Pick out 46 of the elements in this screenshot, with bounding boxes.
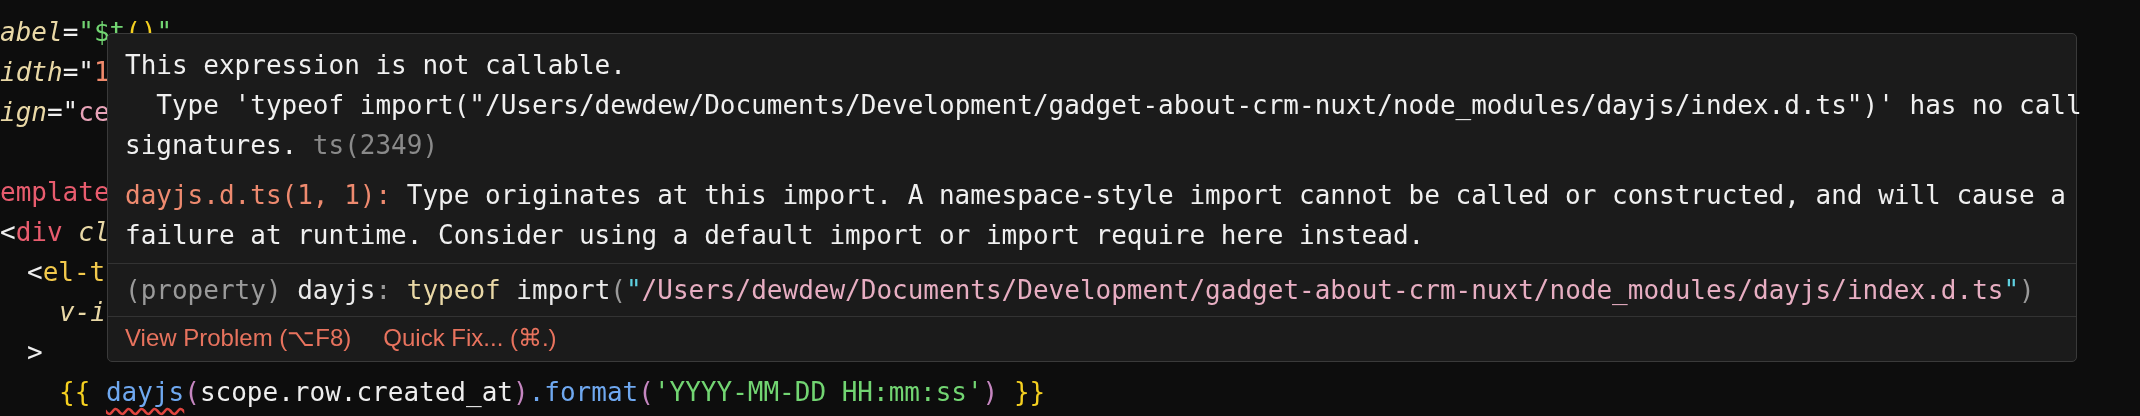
related-source: dayjs.d.ts(1, 1): <box>125 180 392 210</box>
code-token: ) <box>982 377 999 407</box>
error-message: This expression is not callable. <box>125 50 626 80</box>
signature-token: import <box>516 275 611 305</box>
signature-token: typeof <box>406 275 502 305</box>
code-token: " <box>156 17 173 47</box>
code-token: el-t <box>42 257 106 287</box>
error-message: Type 'typeof import("/Users/dewdew/Documents/Development/gadget-about-crm-nuxt/node_modules/dayjs/index.d.ts")' has no call <box>155 90 2082 120</box>
error-token: dayjs <box>105 377 185 407</box>
related-message: failure at runtime. Consider using a default import or import require here instead. <box>125 220 1425 250</box>
action-link[interactable]: Quick Fix... (⌘.) <box>383 321 557 355</box>
code-token: =" <box>62 57 94 87</box>
code-token: < <box>0 217 16 247</box>
code-token: div <box>15 217 63 247</box>
code-token: {{ <box>59 377 92 407</box>
signature-token: ( <box>610 275 626 305</box>
signature-token: " <box>2003 275 2020 305</box>
code-token: ( <box>638 377 654 407</box>
code-token: < <box>27 257 43 287</box>
error-code: ts(2349) <box>312 130 439 160</box>
code-token: ) <box>513 377 529 407</box>
code-token: v-i <box>59 297 106 327</box>
code-token: cl <box>77 217 110 247</box>
signature-token: (property) <box>125 275 283 305</box>
code-token: }} <box>1012 377 1046 407</box>
signature-token: /Users/dewdew/Documents/Development/gadget-about-crm-nuxt/node_modules/dayjs/index.d.ts <box>641 275 2004 305</box>
code-token: 'YYYY-MM-DD HH:mm:ss' <box>653 377 983 407</box>
action-link[interactable]: View Problem (⌥F8) <box>125 321 352 355</box>
code-token: abel <box>0 17 63 47</box>
related-message: Type originates at this import. A namespace-style import cannot be called or constructed, and will cause a <box>406 180 2066 210</box>
code-token: scope.row.created_at <box>199 377 513 407</box>
code-token: ign <box>0 97 47 127</box>
code-token: 1 <box>93 57 110 87</box>
code-token: emplate <box>0 177 110 207</box>
signature-token: : <box>375 275 393 305</box>
signature-token: ) <box>2019 275 2035 305</box>
code-token: =" <box>46 97 79 127</box>
code-token: > <box>27 337 43 367</box>
code-token: ( <box>184 377 200 407</box>
code-token: = <box>62 17 79 47</box>
code-token: ce <box>78 97 110 127</box>
error-message: signatures. <box>125 130 298 160</box>
code-token: idth <box>0 57 63 87</box>
signature-token: " <box>625 275 642 305</box>
code-token: .format <box>528 377 639 407</box>
signature-token: dayjs <box>297 275 376 305</box>
